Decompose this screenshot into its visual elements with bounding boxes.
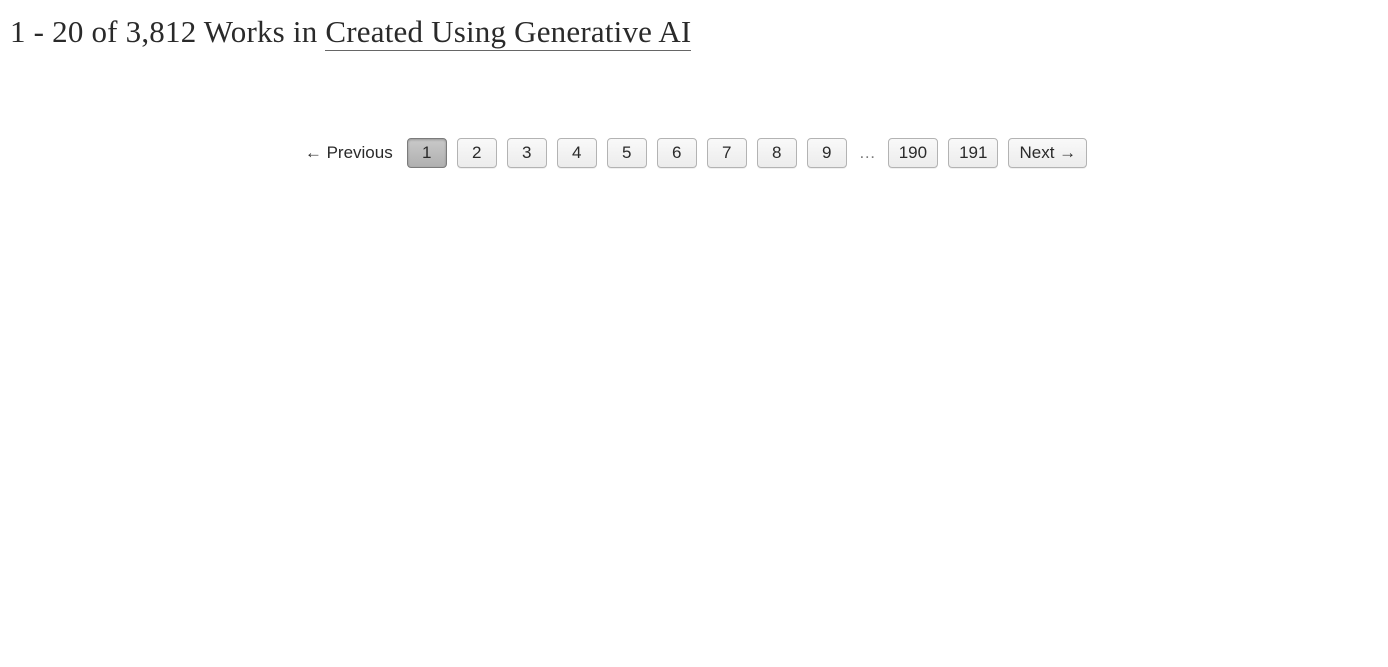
page-9-link[interactable]: 9 xyxy=(807,138,847,168)
page-heading: 1 - 20 of 3,812 Works in Created Using G… xyxy=(10,14,1378,50)
page-7-link[interactable]: 7 xyxy=(707,138,747,168)
works-range: 1 - 20 of 3,812 Works in xyxy=(10,14,325,49)
page-191-link[interactable]: 191 xyxy=(948,138,998,168)
page-2-link[interactable]: 2 xyxy=(457,138,497,168)
page-4-link[interactable]: 4 xyxy=(557,138,597,168)
tag-link[interactable]: Created Using Generative AI xyxy=(325,14,691,51)
page-190-link[interactable]: 190 xyxy=(888,138,938,168)
page-5-link[interactable]: 5 xyxy=(607,138,647,168)
page-1-current: 1 xyxy=(407,138,447,168)
page-3-link[interactable]: 3 xyxy=(507,138,547,168)
prev-disabled: ← Previous xyxy=(301,143,397,163)
pagination: ← Previous 1 2 3 4 5 6 7 8 9 … 190 191 N… xyxy=(10,138,1378,168)
next-link[interactable]: Next → xyxy=(1008,138,1087,168)
page-8-link[interactable]: 8 xyxy=(757,138,797,168)
page-6-link[interactable]: 6 xyxy=(657,138,697,168)
pagination-gap: … xyxy=(857,143,878,163)
